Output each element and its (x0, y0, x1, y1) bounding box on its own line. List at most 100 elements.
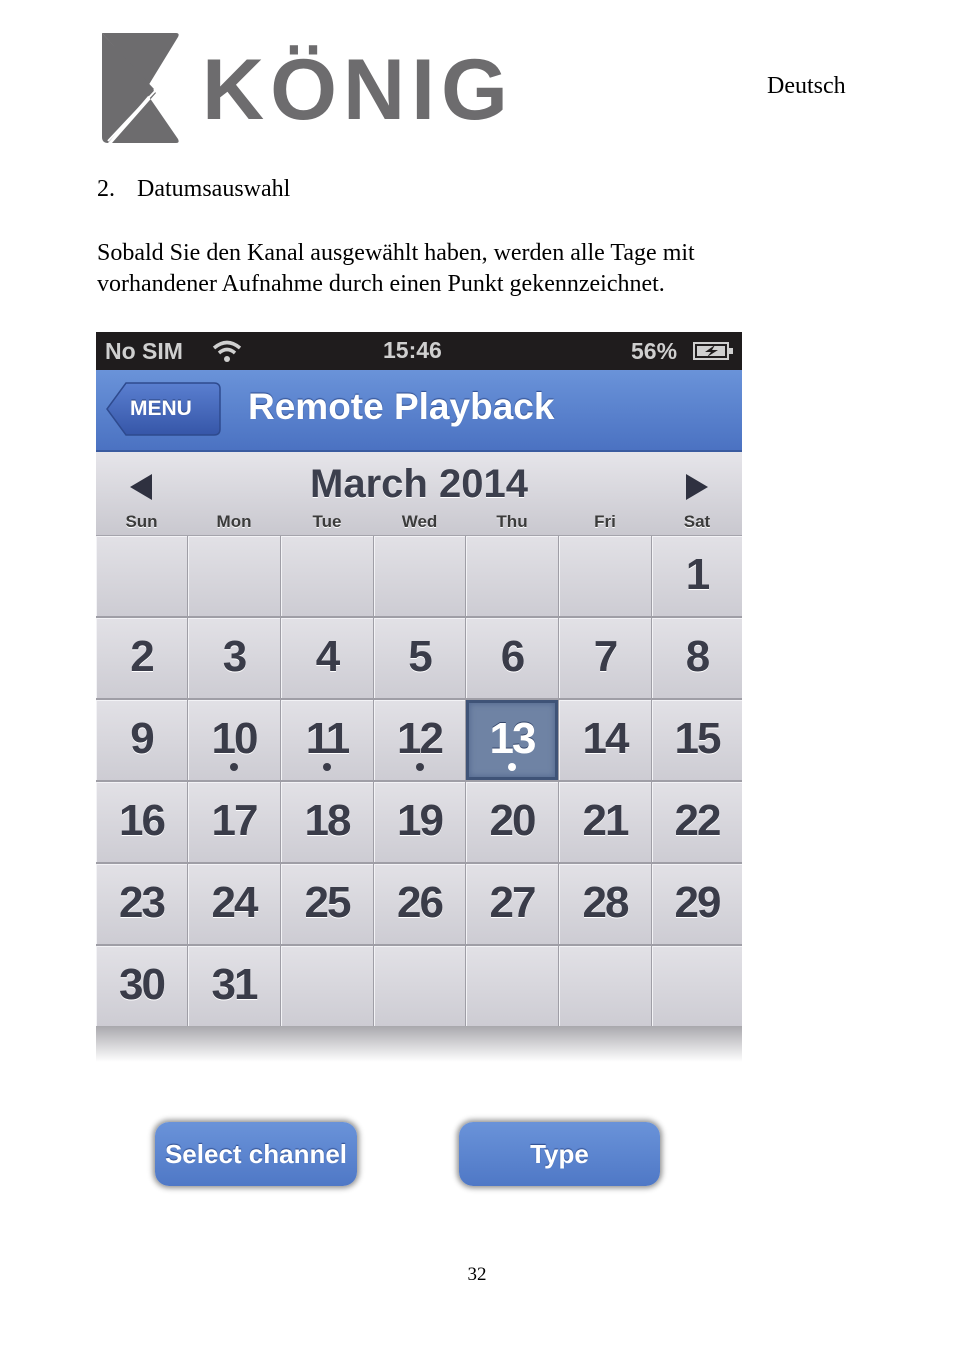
day-number: 22 (674, 796, 722, 845)
calendar-day-cell[interactable]: 12 (374, 700, 465, 780)
empty-day-cell (466, 536, 558, 616)
calendar-day-cell[interactable]: 17 (188, 782, 280, 862)
month-label: March 2014 (310, 462, 528, 506)
section-heading: 2. Datumsauswahl (97, 176, 290, 203)
konig-logo: KÖNIG (102, 33, 514, 143)
day-number: 17 (211, 796, 259, 845)
calendar-day-cell[interactable]: 13 (466, 700, 558, 780)
calendar-day-cell[interactable]: 1 (652, 536, 742, 616)
day-number: 7 (593, 632, 618, 681)
empty-day-cell (559, 536, 651, 616)
weekday-label: Wed (401, 512, 438, 531)
type-button[interactable]: Type (459, 1122, 660, 1186)
status-bar: No SIM 15:46 56% (96, 332, 742, 370)
recording-dot-icon (415, 763, 424, 771)
day-number: 20 (489, 796, 537, 845)
day-number: 31 (211, 960, 259, 1009)
language-label: Deutsch (767, 73, 846, 99)
calendar-day-cell[interactable]: 20 (466, 782, 558, 862)
empty-day-cell (374, 946, 465, 1026)
day-number: 15 (674, 714, 722, 763)
calendar-day-cell[interactable]: 21 (559, 782, 651, 862)
calendar-day-cell[interactable]: 8 (652, 618, 742, 698)
calendar-day-cell[interactable]: 26 (374, 864, 465, 944)
calendar-day-cell[interactable]: 4 (281, 618, 373, 698)
wifi-icon (212, 340, 242, 362)
day-number: 13 (489, 714, 537, 763)
calendar-day-cell[interactable]: 7 (559, 618, 651, 698)
calendar-day-cell[interactable]: 9 (96, 700, 187, 780)
calendar-day-cell[interactable]: 28 (559, 864, 651, 944)
calendar-day-cell[interactable]: 15 (652, 700, 742, 780)
day-number: 25 (304, 878, 352, 927)
empty-day-cell (374, 536, 465, 616)
menu-back-button[interactable]: MENU (106, 382, 221, 436)
day-number: 16 (119, 796, 166, 845)
weekday-label: Thu (496, 512, 528, 531)
empty-day-cell (652, 946, 742, 1026)
brand-wordmark: KÖNIG (202, 42, 514, 138)
day-number: 6 (500, 632, 525, 681)
clock-time: 15:46 (383, 337, 442, 363)
section-paragraph: Sobald Sie den Kanal ausgewählt haben, w… (97, 240, 695, 297)
weekday-label: Sat (683, 512, 711, 531)
day-number: 26 (397, 878, 444, 927)
screen-title: Remote Playback (248, 386, 555, 427)
calendar-day-cell[interactable]: 27 (466, 864, 558, 944)
calendar-day-cell[interactable]: 3 (188, 618, 280, 698)
calendar-day-cell[interactable]: 31 (188, 946, 280, 1026)
menu-button-label: MENU (130, 397, 192, 420)
battery-charging-icon (693, 342, 733, 360)
empty-day-cell (559, 946, 651, 1026)
weekday-label: Mon (216, 512, 252, 531)
empty-day-cell (281, 536, 373, 616)
day-number: 24 (211, 878, 259, 927)
calendar-day-cell[interactable]: 30 (96, 946, 187, 1026)
calendar-bottom-shadow (96, 1026, 742, 1062)
calendar-day-cell[interactable]: 19 (374, 782, 465, 862)
calendar-header: March 2014 Sun Mon Tue Wed Thu Fri Sat (96, 452, 742, 537)
empty-day-cell (281, 946, 373, 1026)
day-number: 12 (397, 714, 444, 763)
day-number: 8 (685, 632, 710, 681)
calendar-day-cell[interactable]: 5 (374, 618, 465, 698)
calendar-day-cell[interactable]: 11 (281, 700, 373, 780)
day-number: 3 (222, 632, 247, 681)
calendar-day-cell[interactable]: 14 (559, 700, 651, 780)
day-number: 28 (582, 878, 630, 927)
calendar-grid: 1 2 3 4 5 6 7 8 9 10 11 12 13 14 15 16 17 18 19 20 21 22 23 24 2… (96, 536, 742, 1026)
day-number: 5 (408, 632, 432, 681)
day-number: 23 (119, 878, 166, 927)
recording-dot-icon (323, 763, 331, 771)
carrier-label: No SIM (105, 338, 183, 364)
triangle-right-icon[interactable] (682, 472, 712, 502)
weekday-label: Fri (594, 512, 616, 531)
calendar-day-cell[interactable]: 16 (96, 782, 187, 862)
calendar-day-cell[interactable]: 29 (652, 864, 742, 944)
empty-day-cell (96, 536, 187, 616)
day-number: 4 (315, 632, 340, 681)
day-number: 18 (304, 796, 352, 845)
day-number: 2 (130, 632, 154, 681)
weekday-label: Sun (125, 512, 158, 531)
section-number: 2. (97, 176, 115, 202)
day-number: 14 (582, 714, 630, 763)
battery-percent: 56% (631, 338, 678, 364)
day-number: 11 (305, 714, 351, 763)
calendar-day-cell[interactable]: 22 (652, 782, 742, 862)
calendar-day-cell[interactable]: 18 (281, 782, 373, 862)
day-number: 27 (489, 878, 537, 927)
calendar-day-cell[interactable]: 6 (466, 618, 558, 698)
calendar-day-cell[interactable]: 2 (96, 618, 187, 698)
weekday-label: Tue (312, 512, 342, 531)
day-number: 19 (397, 796, 444, 845)
phone-screenshot: No SIM 15:46 56% MENU Remote Playback Ma… (96, 332, 742, 1062)
day-number: 29 (674, 878, 722, 927)
calendar-day-cell[interactable]: 25 (281, 864, 373, 944)
empty-day-cell (466, 946, 558, 1026)
select-channel-button[interactable]: Select channel (155, 1122, 357, 1186)
calendar-day-cell[interactable]: 10 (188, 700, 280, 780)
day-number: 30 (119, 960, 166, 1009)
calendar-day-cell[interactable]: 24 (188, 864, 280, 944)
calendar-day-cell[interactable]: 23 (96, 864, 187, 944)
